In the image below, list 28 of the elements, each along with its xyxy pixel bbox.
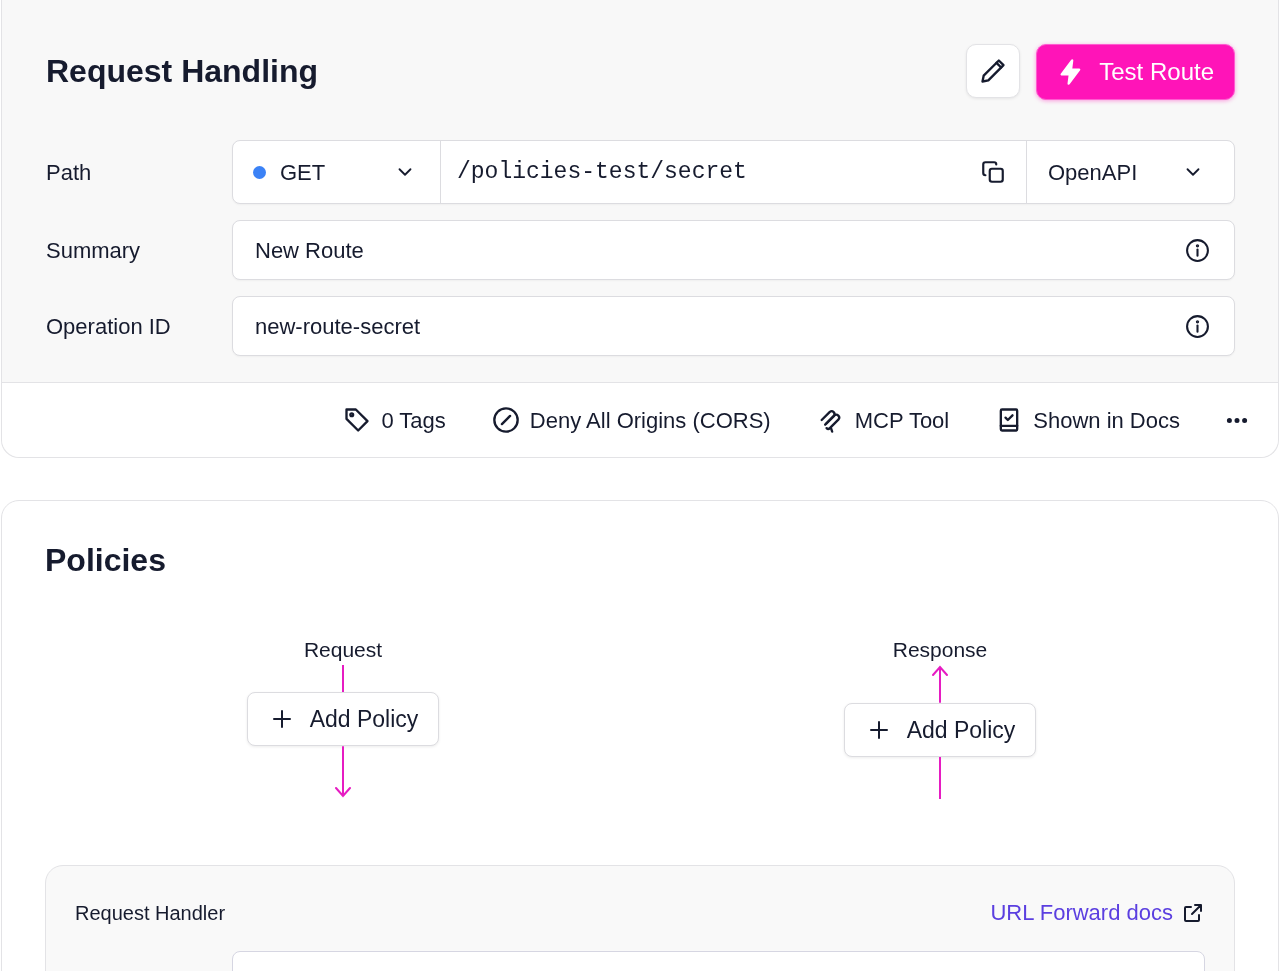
footer-item[interactable]: 0 Tags <box>343 403 446 437</box>
pencil-icon <box>979 57 1008 85</box>
footer-item[interactable]: Deny All Origins (CORS) <box>491 403 771 437</box>
add-policy-button[interactable]: Add Policy <box>843 703 1037 758</box>
field-label: Operation ID <box>46 312 172 341</box>
tag-icon <box>343 406 372 434</box>
arrow <box>930 665 950 704</box>
arrow <box>333 746 353 799</box>
connector-line <box>939 757 941 800</box>
footer-item[interactable]: Shown in Docs <box>995 403 1180 437</box>
input-field[interactable]: new-route-secret <box>232 296 1235 356</box>
footer-item[interactable]: MCP Tool <box>816 403 950 437</box>
info-icon <box>1185 237 1210 263</box>
more-icon <box>1226 418 1248 424</box>
add-policy-button[interactable]: Add Policy <box>246 692 440 747</box>
field-label: Path <box>46 158 93 187</box>
docs-link[interactable]: URL Forward docs <box>990 896 1205 930</box>
section-title: Policies <box>45 541 167 580</box>
slashed-circle-icon <box>491 406 520 434</box>
info-icon <box>1185 313 1210 339</box>
field-label: Summary <box>46 236 142 265</box>
flow-label: Request <box>303 637 383 664</box>
input-field[interactable]: New Route <box>232 220 1235 280</box>
connector-line <box>342 665 344 693</box>
flow-label: Response <box>892 637 988 664</box>
card-title: Request Handling <box>46 52 318 91</box>
edit-button[interactable] <box>966 44 1021 98</box>
handler-title: Request Handler <box>75 900 226 926</box>
